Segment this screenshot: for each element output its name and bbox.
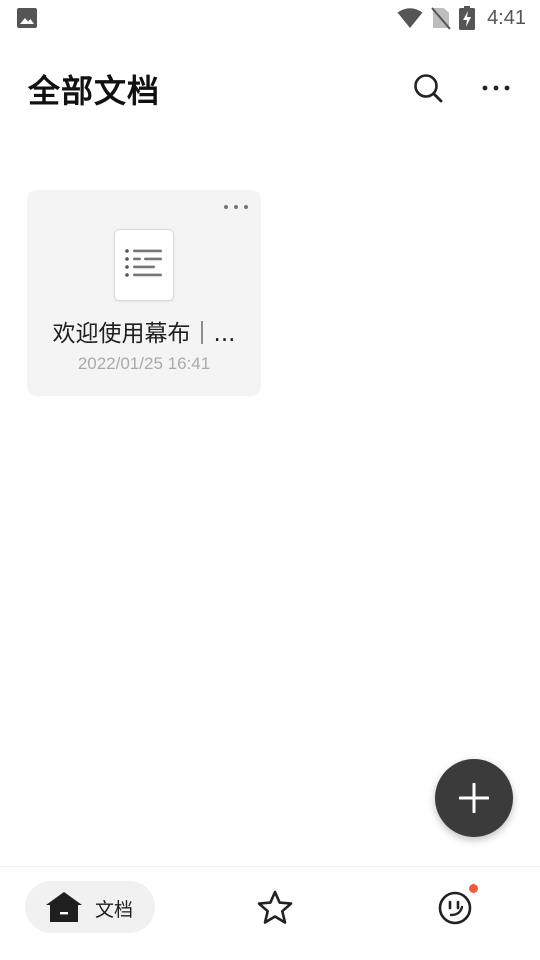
home-icon	[46, 892, 82, 922]
smiley-icon[interactable]	[436, 887, 476, 927]
image-icon	[17, 8, 37, 28]
page-title: 全部文档	[28, 72, 161, 110]
document-list-icon	[114, 229, 174, 301]
document-title: 欢迎使用幕布｜...	[52, 321, 236, 347]
nav-tab-documents[interactable]: 文档	[25, 881, 155, 933]
star-icon[interactable]	[256, 889, 294, 927]
plus-icon	[459, 783, 489, 813]
search-icon[interactable]	[410, 70, 446, 106]
notification-dot	[469, 884, 478, 893]
status-time: 4:41	[487, 6, 526, 29]
nav-tab-documents-label: 文档	[95, 899, 134, 921]
battery-charging-icon	[459, 6, 476, 30]
no-sim-icon	[431, 7, 451, 30]
more-icon[interactable]	[478, 70, 514, 106]
document-card[interactable]: 欢迎使用幕布｜... 2022/01/25 16:41	[27, 190, 261, 396]
bottom-nav: 文档	[0, 866, 540, 960]
document-date: 2022/01/25 16:41	[77, 354, 211, 373]
card-more-icon[interactable]	[223, 200, 249, 214]
app-header: 全部文档	[0, 60, 540, 116]
wifi-icon	[397, 8, 423, 28]
status-bar: 4:41	[0, 0, 540, 36]
add-document-button[interactable]	[435, 759, 513, 837]
